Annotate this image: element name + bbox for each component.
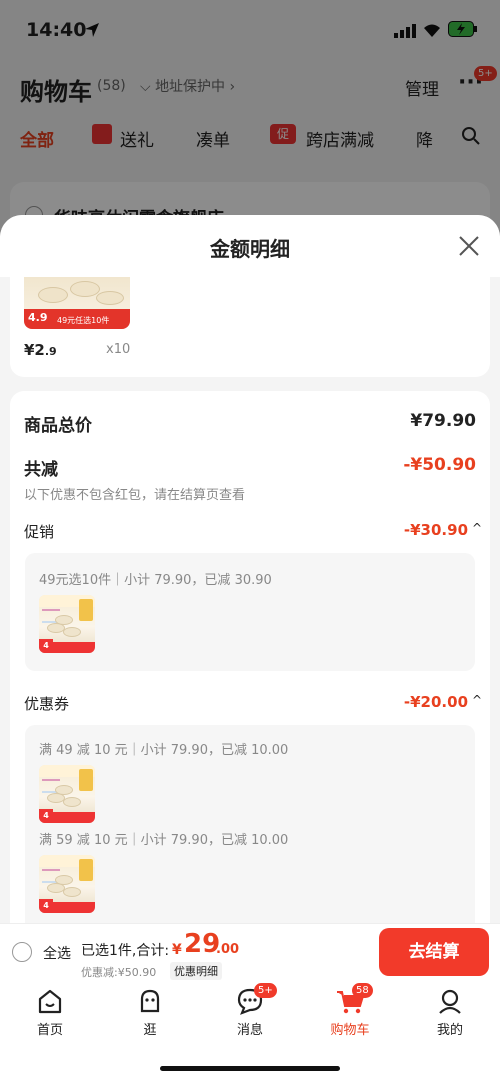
product-tag-promo: 49元任选10件 <box>57 316 110 325</box>
promo-detail-box: 49元选10件｜小计 79.90，已减 30.90 4 <box>25 553 475 671</box>
total-amount: 29 <box>184 929 221 959</box>
browse-icon <box>140 989 160 1013</box>
tab-messages-label: 消息 <box>236 1023 263 1038</box>
close-icon[interactable] <box>458 235 480 257</box>
product-tag-price: 4.9 <box>28 311 48 324</box>
promo-label: 促销 <box>24 523 55 541</box>
product-price: ¥2.9 <box>24 341 57 359</box>
tab-cart[interactable]: 购物车 <box>310 987 390 1038</box>
promo-item-desc: 49元选10件｜小计 79.90，已减 30.90 <box>39 573 272 588</box>
tab-home-label: 首页 <box>36 1023 63 1038</box>
checkout-bar: 全选 已选1件,合计: ¥ 29 .00 优惠减:¥50.90 优惠明细 去结算 <box>0 923 500 981</box>
coupon-item-desc: 满 49 减 10 元｜小计 79.90，已减 10.00 <box>39 743 289 758</box>
home-icon <box>38 989 62 1014</box>
select-all-checkbox[interactable] <box>12 942 32 962</box>
product-thumbnail: 4 <box>39 595 95 653</box>
promo-value[interactable]: -¥30.90 <box>404 521 468 539</box>
product-thumbnail: 4 <box>39 855 95 913</box>
tab-profile[interactable]: 我的 <box>410 987 490 1038</box>
coupon-value[interactable]: -¥20.00 <box>404 693 468 711</box>
price-summary-card: 商品总价 ¥79.90 共减 -¥50.90 以下优惠不包含红包，请在结算页查看… <box>10 391 490 923</box>
select-all-label[interactable]: 全选 <box>43 943 71 963</box>
chevron-up-icon[interactable]: ^ <box>472 693 482 707</box>
coupon-item-desc: 满 59 减 10 元｜小计 79.90，已减 10.00 <box>39 833 289 848</box>
amount-detail-sheet: 金额明细 4.9 49元任选10件 ¥2.9 x10 商品总价 ¥79.90 共… <box>0 215 500 923</box>
cart-badge: 58 <box>352 983 373 998</box>
discount-value: -¥50.90 <box>403 455 476 475</box>
product-card: 4.9 49元任选10件 ¥2.9 x10 <box>10 277 490 377</box>
total-amount-decimal: .00 <box>216 942 240 957</box>
messages-badge: 5+ <box>254 983 277 998</box>
coupon-label: 优惠券 <box>24 695 70 713</box>
total-value: ¥79.90 <box>410 411 476 431</box>
total-label: 商品总价 <box>24 416 92 436</box>
tab-messages[interactable]: 消息 <box>210 987 290 1038</box>
discount-detail-link[interactable]: 优惠明细 <box>170 962 222 980</box>
tab-browse-label: 逛 <box>143 1023 157 1038</box>
discount-label: 共减 <box>24 460 58 480</box>
home-indicator <box>160 1066 340 1071</box>
checkout-button[interactable]: 去结算 <box>379 928 489 976</box>
selected-summary: 已选1件,合计: <box>81 943 170 959</box>
bottom-tab-bar: 首页 逛 消息 5+ 购物车 58 我的 <box>0 981 500 1082</box>
discount-note: 以下优惠不包含红包，请在结算页查看 <box>24 488 246 503</box>
product-qty: x10 <box>106 342 131 357</box>
tab-home[interactable]: 首页 <box>10 987 90 1038</box>
tab-cart-label: 购物车 <box>330 1023 370 1038</box>
profile-icon <box>439 989 461 1014</box>
tab-profile-label: 我的 <box>436 1023 463 1038</box>
sheet-header: 金额明细 <box>0 215 500 277</box>
chevron-up-icon[interactable]: ^ <box>472 521 482 535</box>
coupon-detail-box: 满 49 减 10 元｜小计 79.90，已减 10.00 4 满 59 减 1… <box>25 725 475 923</box>
tab-browse[interactable]: 逛 <box>110 987 190 1038</box>
sheet-title: 金额明细 <box>210 237 290 261</box>
product-image[interactable]: 4.9 49元任选10件 <box>24 277 130 329</box>
saved-amount: 优惠减:¥50.90 <box>81 966 157 979</box>
currency-symbol: ¥ <box>172 942 182 958</box>
product-thumbnail: 4 <box>39 765 95 823</box>
